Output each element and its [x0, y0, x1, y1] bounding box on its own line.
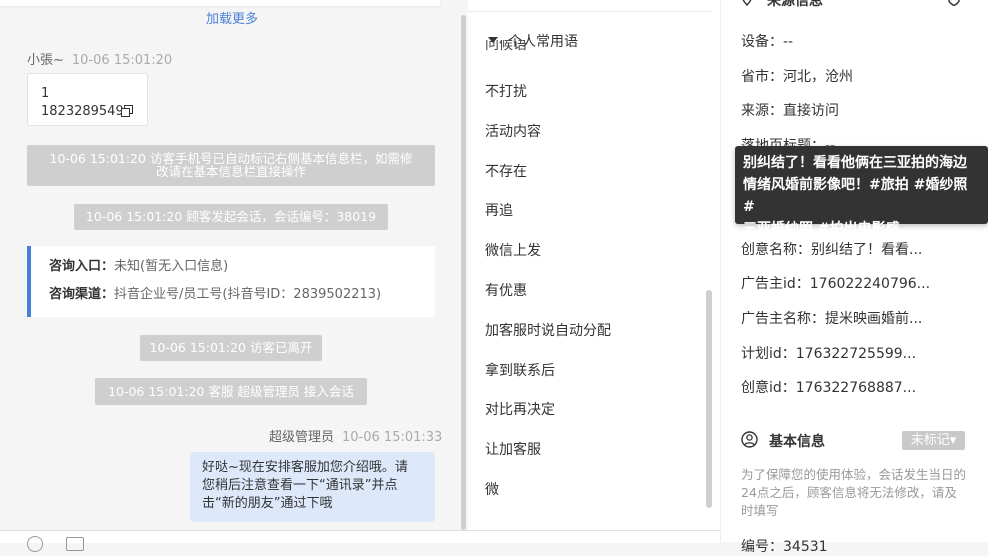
tooltip-line3: 三亚婚纱照 #拍出电影感 — [743, 221, 900, 237]
system-msg-visitor-left: 10-06 15:01:20 访客已离开 — [140, 335, 322, 361]
phrases-group-label: 个人常用语 — [508, 34, 578, 50]
agent-time: 10-06 15:01:33 — [342, 430, 443, 445]
info-creative-id: 创意id：176322768887... — [741, 380, 917, 396]
consult-entry-label: 咨询入口： — [49, 259, 115, 274]
agent-message-line1: 好哒~现在安排客服加您介绍哦。请 — [202, 460, 408, 475]
phone-message-card: 1 18232895493 — [27, 73, 148, 126]
chat-panel: 加载更多 小張~ 10-06 15:01:20 1 18232895493 10-… — [0, 0, 468, 530]
chat-scrollbar[interactable] — [461, 15, 466, 530]
visitor-name: 小張~ — [27, 53, 64, 68]
phrase-item[interactable]: 对比再决定 — [485, 399, 555, 419]
info-advertiser-name: 广告主名称：提米映画婚前... — [741, 311, 923, 327]
agent-sender-line: 超级管理员 10-06 15:01:33 — [269, 426, 442, 445]
consult-entry-row: 咨询入口：未知(暂无入口信息) — [49, 258, 435, 286]
agent-message-bubble: 好哒~现在安排客服加您介绍哦。请 您稍后注意查看一下“通讯录”并点 击“新的朋友… — [190, 452, 435, 522]
info-province-city: 省市：河北，沧州 — [741, 69, 853, 85]
phrase-item[interactable]: 再追 — [485, 200, 513, 220]
system-msg-auto-mark: 10-06 15:01:20 访客手机号已自动标记右侧基本信息栏，如需修 改请在… — [27, 145, 435, 186]
phrase-item[interactable]: 不打扰 — [485, 81, 527, 101]
unmarked-dropdown[interactable]: 未标记▾ — [902, 431, 965, 450]
info-panel: 来源信息 设备：-- 省市：河北，沧州 来源：直接访问 落地页标题：-- 创意名… — [720, 0, 988, 555]
phrase-item[interactable]: 微信上发 — [485, 240, 541, 260]
phrase-item[interactable]: 拿到联系后 — [485, 360, 555, 380]
consult-info-card: 咨询入口：未知(暂无入口信息) 咨询渠道：抖音企业号/员工号(抖音号ID：283… — [27, 246, 435, 317]
phrase-item[interactable]: 微 — [485, 479, 499, 499]
consult-channel-row: 咨询渠道：抖音企业号/员工号(抖音号ID：2839502213) — [49, 286, 435, 314]
info-divider — [720, 0, 721, 542]
phrase-item[interactable]: 活动内容 — [485, 121, 541, 141]
visitor-time: 10-06 15:01:20 — [71, 53, 173, 68]
location-pin-icon — [742, 0, 752, 6]
creative-name-tooltip: 别纠结了！看看他俩在三亚拍的海边 情绪风婚前影像吧！#旅拍 #婚纱照 # 三亚婚… — [735, 146, 988, 237]
phrase-item[interactable]: 有优惠 — [485, 280, 527, 300]
phrase-item[interactable]: 让加客服 — [485, 439, 541, 459]
agent-message-line2: 您稍后注意查看一下“通讯录”并点 — [202, 478, 398, 493]
phone-line-1: 1 — [41, 86, 50, 101]
consult-entry-value: 未知(暂无入口信息) — [114, 259, 229, 274]
info-plan-id: 计划id：176322725599... — [741, 346, 917, 362]
agent-message-line3: 击“新的朋友”通过下哦 — [202, 496, 333, 511]
agent-name: 超级管理员 — [269, 430, 335, 445]
input-toolbar — [0, 530, 720, 543]
caret-down-icon — [488, 37, 498, 43]
phrase-item[interactable]: 不存在 — [485, 161, 527, 181]
chat-top-strip — [0, 0, 440, 6]
copy-icon[interactable] — [121, 105, 133, 117]
consult-channel-value: 抖音企业号/员工号(抖音号ID：2839502213) — [114, 287, 382, 302]
source-info-title: 来源信息 — [767, 0, 823, 9]
image-icon[interactable] — [66, 537, 84, 551]
phrases-scrollbar[interactable] — [706, 290, 712, 508]
basic-info-title: 基本信息 — [769, 434, 825, 450]
system-msg-session-start: 10-06 15:01:20 顾客发起会话，会话编号：38019 — [74, 204, 388, 230]
phrases-top-divider — [468, 11, 713, 12]
visitor-sender-line: 小張~ 10-06 15:01:20 — [27, 49, 172, 68]
consult-channel-label: 咨询渠道： — [49, 287, 115, 302]
phrases-panel: 问候语 个人常用语 不打扰 活动内容 不存在 再追 微信上发 有优惠 加客服时说… — [468, 0, 720, 530]
phrases-group-header[interactable]: 个人常用语 — [488, 31, 578, 51]
system-msg-auto-mark-line2: 改请在基本信息栏直接操作 — [155, 164, 306, 179]
phrase-item[interactable]: 加客服时说自动分配 — [485, 320, 611, 340]
info-id-number: 编号：34531 — [741, 539, 828, 555]
info-creative-name[interactable]: 创意名称：别纠结了！看看... — [741, 239, 922, 259]
info-advertiser-id: 广告主id：176022240796... — [741, 276, 931, 292]
emoji-icon[interactable] — [27, 536, 43, 552]
basic-info-note: 为了保障您的使用体验，会话发生当日的24点之后，顾客信息将无法修改，请及时填写 — [741, 467, 967, 518]
info-device: 设备：-- — [741, 34, 794, 50]
info-source: 来源：直接访问 — [741, 103, 839, 119]
tooltip-line2: 情绪风婚前影像吧！#旅拍 #婚纱照 # — [743, 177, 968, 215]
user-circle-icon — [741, 431, 758, 448]
tooltip-line1: 别纠结了！看看他俩在三亚拍的海边 — [743, 155, 967, 171]
shield-edit-icon[interactable] — [946, 0, 962, 6]
load-more-link[interactable]: 加载更多 — [0, 8, 464, 27]
system-msg-agent-joined: 10-06 15:01:20 客服 超级管理员 接入会话 — [95, 378, 367, 405]
